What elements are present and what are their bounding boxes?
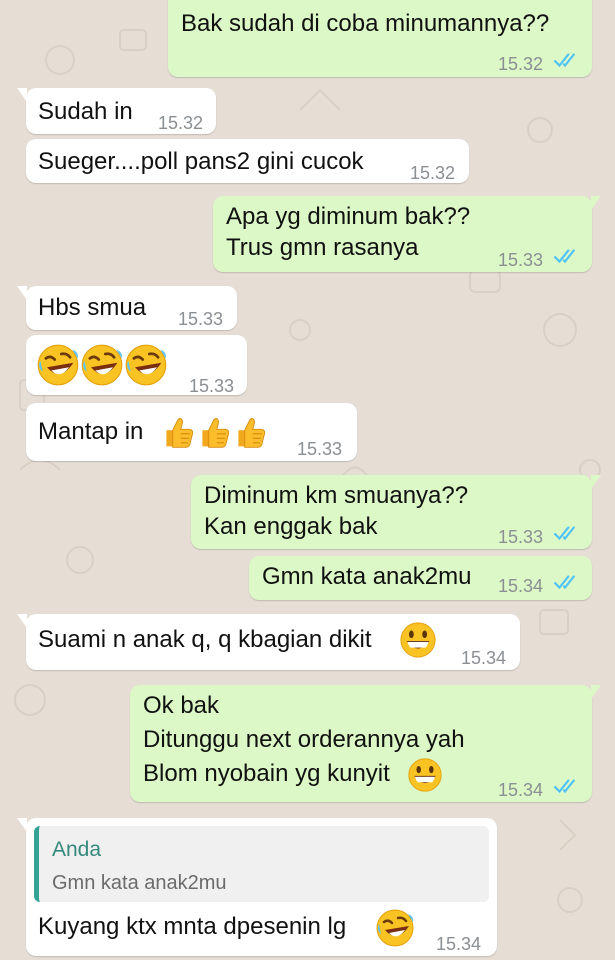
message-text: Hbs smua [38,294,147,321]
bubble-tail [17,614,27,628]
bubble-tail [591,685,601,699]
rolling-laughing-emoji [375,908,415,948]
message-timestamp: 15.33 [498,527,544,547]
message-bubble-outgoing[interactable]: Apa yg diminum bak?? Trus gmn rasanya 15… [213,196,601,272]
message-timestamp: 15.33 [498,250,544,270]
message-text: Gmn kata anak2mu [262,563,472,590]
message-timestamp: 15.34 [461,648,507,668]
message-bubble-outgoing[interactable]: Diminum km smuanya?? Kan enggak bak 15.3… [191,475,601,549]
message-text: Sueger....poll pans2 gini cucok [38,148,364,175]
message-bubble-outgoing[interactable]: Bak sudah di coba minumannya?? 15.32 [168,0,592,77]
rolling-laughing-emoji [80,343,124,387]
message-bubble-incoming[interactable]: Suami n anak q, q kbagian dikit 15.34 [17,614,520,670]
message-text: Bak sudah di coba minumannya?? [181,10,550,37]
reply-quoted-text: Gmn kata anak2mu [52,872,227,894]
double-check-icon [554,779,575,793]
message-timestamp: 15.34 [498,780,544,800]
message-timestamp: 15.32 [410,163,456,183]
bubble-tail [591,196,601,210]
thumbs-up-emoji [237,417,266,448]
double-check-icon [554,53,575,67]
message-timestamp: 15.33 [189,376,235,396]
rolling-laughing-emoji [36,343,80,387]
bubble-tail [17,818,27,832]
message-text: Kuyang ktx mnta dpesenin lg [38,913,347,940]
reply-sender-name: Anda [52,838,102,861]
message-bubble-outgoing[interactable]: Ok bak Ditunggu next orderannya yah Blom… [130,685,601,802]
message-bubble-incoming[interactable]: Sudah in 15.32 [17,88,216,134]
reply-quote[interactable]: Anda Gmn kata anak2mu [34,826,489,902]
double-check-icon [554,249,575,263]
rolling-laughing-emoji [124,343,168,387]
grinning-face-emoji [400,622,436,658]
message-text: Apa yg diminum bak?? Trus gmn rasanya [226,203,471,261]
message-bubble-incoming[interactable]: Mantap in 15.33 [26,403,357,461]
double-check-icon [554,575,575,589]
thumbs-up-emoji [165,417,194,448]
bubble-tail [591,475,601,489]
message-timestamp: 15.33 [297,439,343,459]
message-text: Sudah in [38,98,133,125]
message-timestamp: 15.32 [498,54,544,74]
message-timestamp: 15.32 [158,113,204,133]
message-bubble-incoming[interactable]: Hbs smua 15.33 [17,286,237,330]
message-bubble-outgoing[interactable]: Gmn kata anak2mu 15.34 [249,556,592,600]
message-bubble-incoming[interactable]: 15.33 [26,335,247,396]
grinning-face-emoji [408,758,442,792]
bubble-tail [17,88,27,102]
message-bubble-incoming[interactable]: Sueger....poll pans2 gini cucok 15.32 [26,139,469,183]
double-check-icon [554,526,575,540]
message-text: Diminum km smuanya?? Kan enggak bak [204,482,469,540]
thumbs-up-emoji [201,417,230,448]
message-text: Mantap in [38,418,144,445]
message-timestamp: 15.34 [498,576,544,596]
message-bubble-incoming[interactable]: Anda Gmn kata anak2mu Kuyang ktx mnta dp… [17,818,497,956]
message-timestamp: 15.33 [178,309,224,329]
message-text: Suami n anak q, q kbagian dikit [38,626,372,653]
bubble-tail [17,286,27,300]
message-timestamp: 15.34 [436,934,482,954]
